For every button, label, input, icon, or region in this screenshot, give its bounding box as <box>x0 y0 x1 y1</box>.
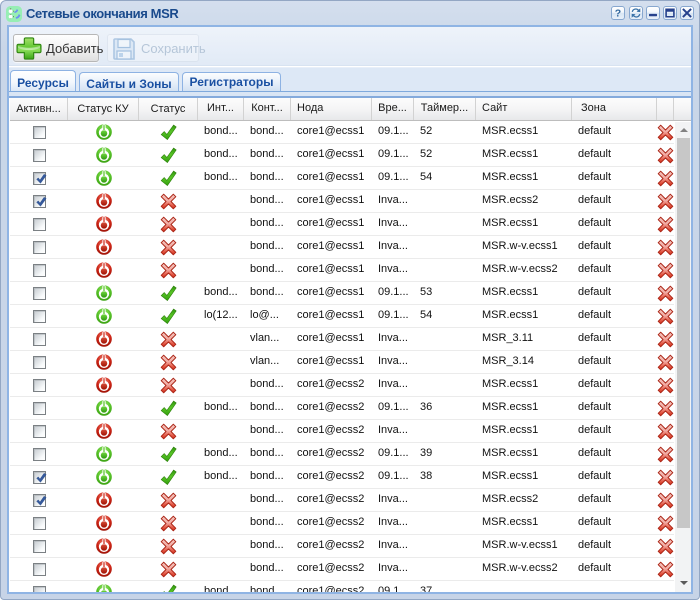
svg-text:?: ? <box>615 8 621 19</box>
